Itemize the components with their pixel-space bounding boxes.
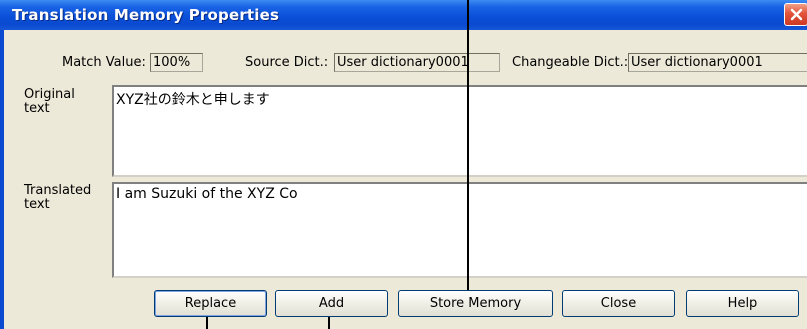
match-value-label: Match Value: [62,55,146,70]
original-text-label-line1: Original [24,87,75,102]
window-frame-left [0,30,4,329]
translation-memory-properties-dialog: Translation Memory Properties Match Valu… [0,0,807,329]
translated-text-label: Translated text [24,184,91,212]
replace-button[interactable]: Replace [154,290,267,317]
close-button[interactable]: Close [562,290,675,317]
help-button[interactable]: Help [686,290,799,317]
store-memory-button[interactable]: Store Memory [398,290,553,317]
callout-line-add [328,317,330,329]
match-value-field: 100% [150,53,203,72]
translated-text-label-line1: Translated [24,183,92,198]
original-text-label-line2: text [24,101,50,116]
original-text-label: Original text [24,88,75,116]
source-dict-label: Source Dict.: [245,55,329,70]
changeable-dict-field: User dictionary0001 [628,53,807,72]
dialog-title: Translation Memory Properties [12,6,280,24]
changeable-dict-label: Changeable Dict.: [512,55,629,70]
translated-text-box[interactable]: I am Suzuki of the XYZ Co [112,182,807,278]
original-text-box[interactable]: XYZ社の鈴木と申します [112,85,807,177]
callout-line-store-memory [467,0,469,290]
callout-line-replace [206,317,208,329]
translated-text-label-line2: text [24,197,50,212]
source-dict-field: User dictionary0001 [334,53,500,72]
close-icon [790,8,803,21]
title-bar[interactable]: Translation Memory Properties [0,0,807,30]
add-button[interactable]: Add [275,290,388,317]
close-window-button[interactable] [784,3,807,26]
